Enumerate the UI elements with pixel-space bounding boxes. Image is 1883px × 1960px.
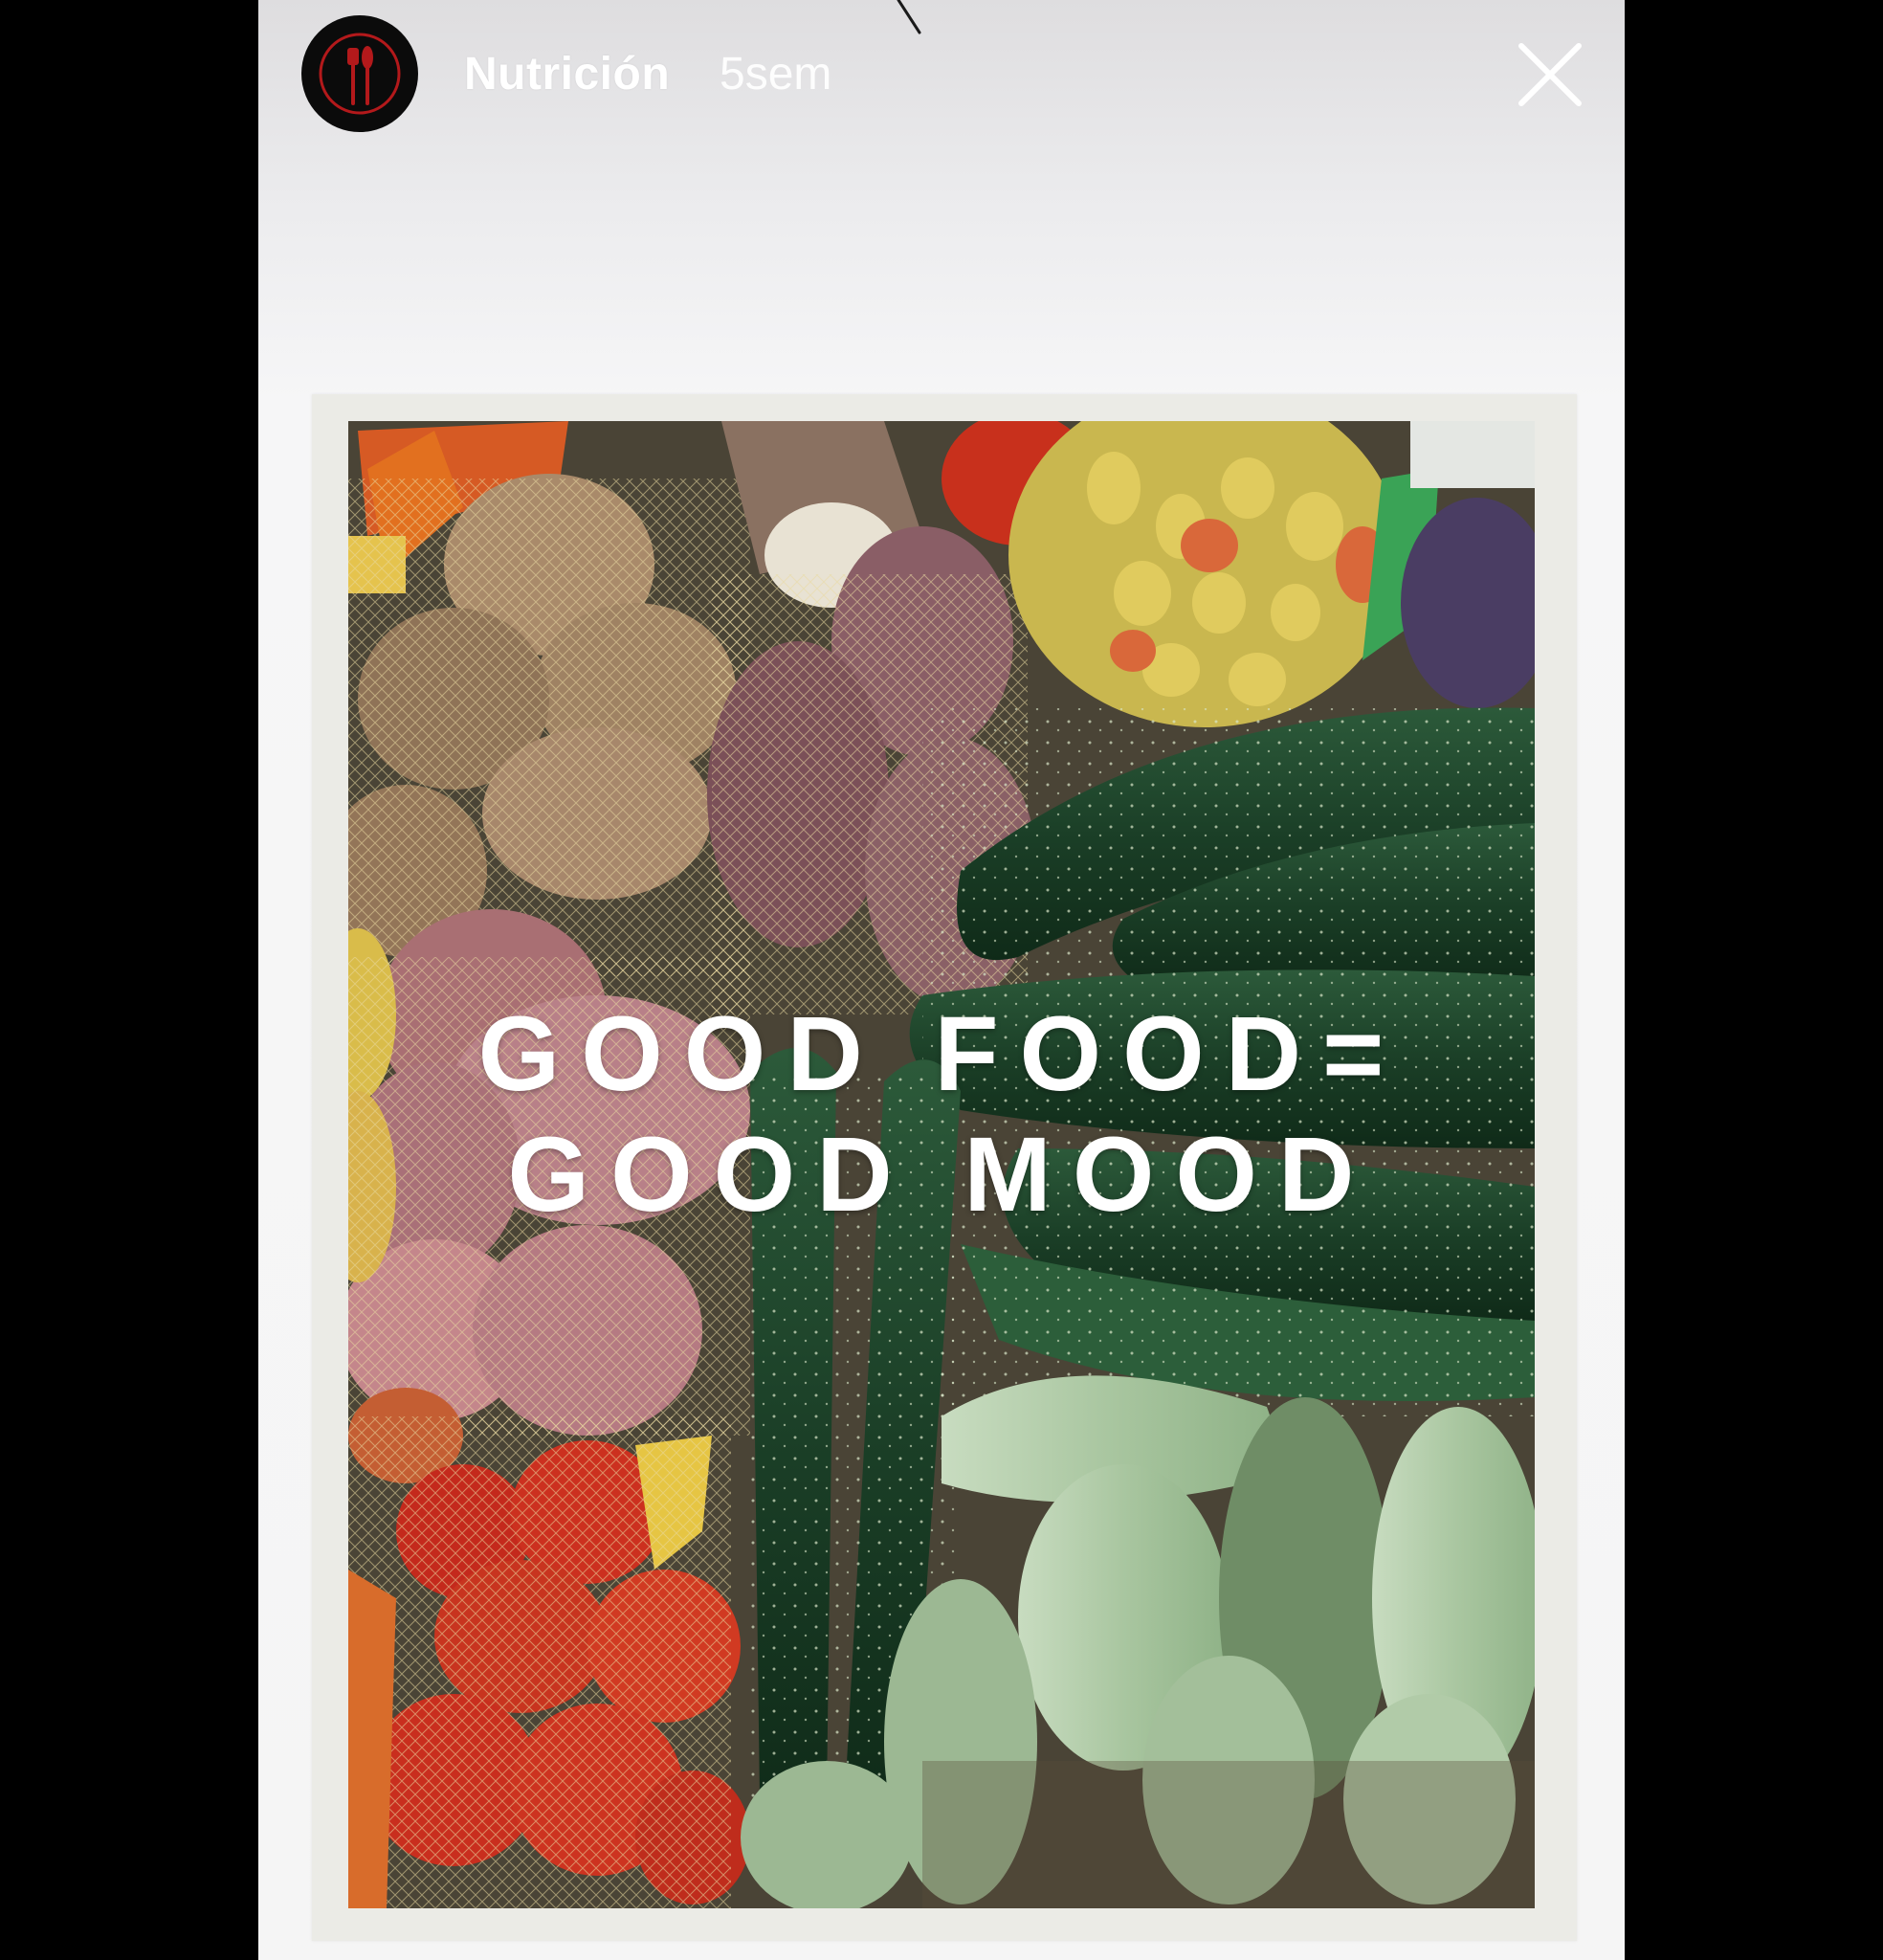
vegetables-photo: GOOD FOOD= GOOD MOOD: [348, 421, 1535, 1908]
story-image-card: GOOD FOOD= GOOD MOOD: [312, 394, 1577, 1941]
timestamp: 5sem: [720, 49, 832, 100]
avatar[interactable]: [301, 15, 418, 132]
story-viewer: Nutrición 5sem GOOD FOOD= GOOD MOOD: [0, 0, 1883, 1960]
headline-line-1: GOOD FOOD=: [477, 995, 1406, 1113]
close-button[interactable]: [1512, 36, 1588, 113]
headline-line-2: GOOD MOOD: [507, 1116, 1376, 1234]
story-header: Nutrición 5sem: [258, 0, 1625, 153]
username[interactable]: Nutrición: [464, 46, 670, 103]
story-frame[interactable]: Nutrición 5sem GOOD FOOD= GOOD MOOD: [258, 0, 1625, 1960]
close-icon: [1518, 43, 1582, 106]
fork-knife-icon: [319, 33, 401, 115]
